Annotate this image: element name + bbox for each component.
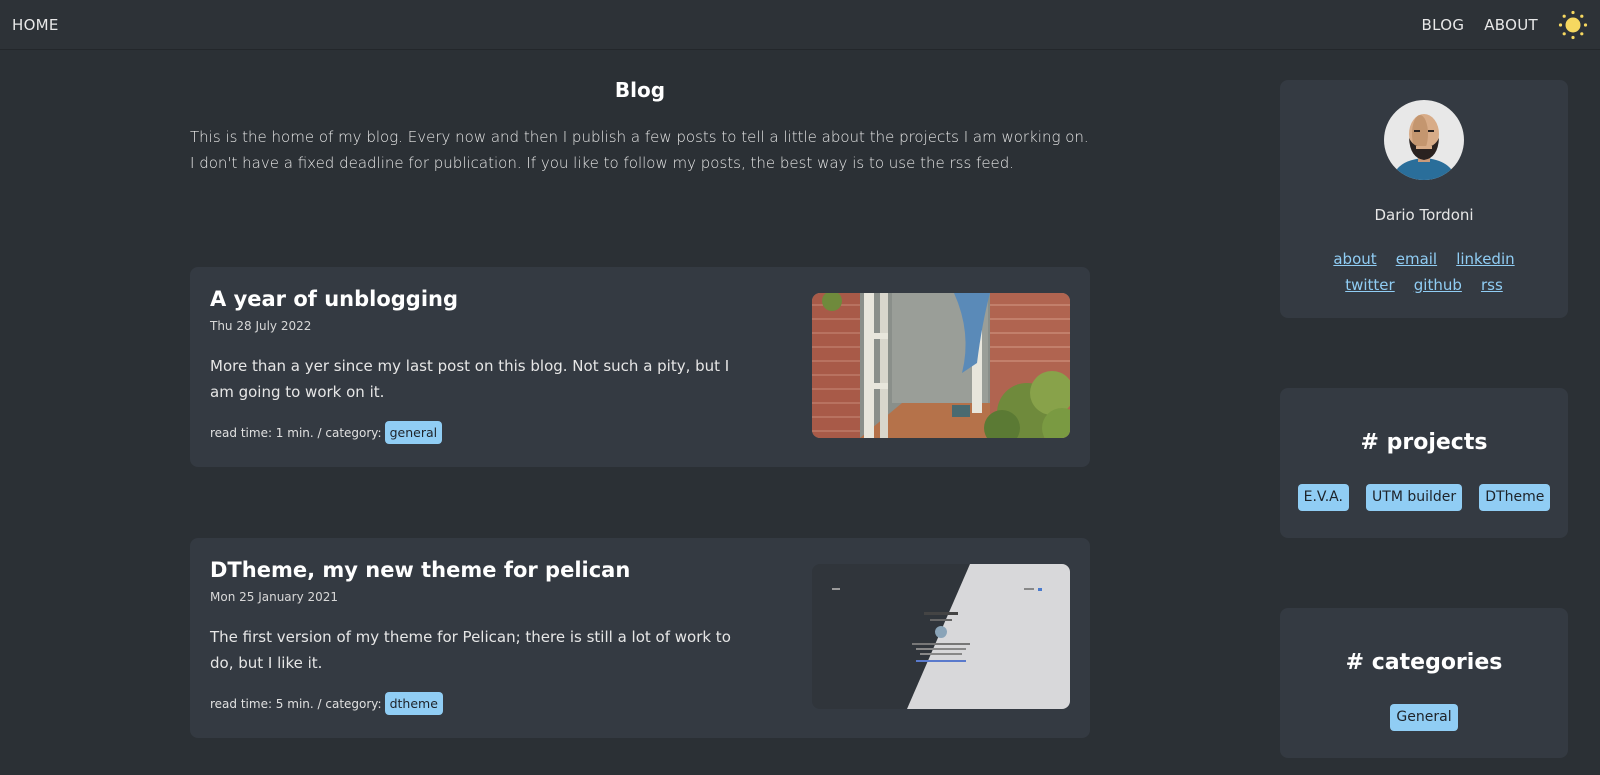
page-title: Blog [614, 78, 666, 102]
post-card: DTheme, my new theme for pelican Mon 25 … [190, 538, 1090, 738]
avatar [1384, 100, 1464, 180]
main-content: Blog This is the home of my blog. Every … [190, 78, 1090, 176]
twitter-link[interactable]: twitter [1345, 276, 1394, 294]
post-excerpt: More than a yer since my last post on th… [210, 357, 730, 401]
post-card: A year of unblogging Thu 28 July 2022 Mo… [190, 267, 1090, 467]
github-link[interactable]: github [1414, 276, 1462, 294]
blog-intro: This is the home of my blog. Every now a… [190, 128, 1089, 172]
categories-card: # categories General [1280, 608, 1568, 758]
social-links: about email linkedin twitter github rss [1300, 246, 1548, 298]
projects-title: # projects [1360, 430, 1488, 455]
category-tag[interactable]: general [384, 421, 443, 444]
post-date: Thu 28 July 2022 [210, 319, 312, 333]
post-title-link[interactable]: A year of unblogging [210, 287, 458, 311]
post-thumbnail-screenshot[interactable] [812, 564, 1070, 709]
linkedin-link[interactable]: linkedin [1456, 250, 1514, 268]
post-meta-text: read time: 1 min. / category: [210, 425, 382, 440]
categories-tags: General [1280, 704, 1568, 731]
post-meta: read time: 1 min. / category: general [210, 421, 443, 444]
post-thumbnail-window[interactable] [812, 293, 1070, 438]
nav-right-group: BLOG ABOUT [1422, 10, 1589, 40]
email-link[interactable]: email [1396, 250, 1437, 268]
rss-link[interactable]: rss [1481, 276, 1503, 294]
post-title-link[interactable]: DTheme, my new theme for pelican [210, 558, 630, 582]
author-card: Dario Tordoni about email linkedin twitt… [1280, 80, 1568, 318]
categories-title: # categories [1345, 650, 1503, 675]
post-meta: read time: 5 min. / category: dtheme [210, 692, 443, 715]
category-tag-general[interactable]: General [1390, 704, 1458, 731]
project-tag-utm-builder[interactable]: UTM builder [1366, 484, 1463, 511]
nav-home-link[interactable]: HOME [12, 16, 59, 34]
top-navbar: HOME BLOG ABOUT [0, 0, 1600, 50]
post-date: Mon 25 January 2021 [210, 590, 339, 604]
author-name: Dario Tordoni [1374, 206, 1474, 224]
post-excerpt: The first version of my theme for Pelica… [210, 628, 731, 672]
nav-blog-link[interactable]: BLOG [1422, 16, 1465, 34]
projects-tags: E.V.A. UTM builder DTheme [1280, 484, 1568, 511]
nav-about-link[interactable]: ABOUT [1484, 16, 1538, 34]
projects-card: # projects E.V.A. UTM builder DTheme [1280, 388, 1568, 538]
category-tag[interactable]: dtheme [384, 692, 443, 715]
project-tag-eva[interactable]: E.V.A. [1297, 484, 1349, 511]
post-meta-text: read time: 5 min. / category: [210, 696, 382, 711]
sun-icon[interactable] [1558, 10, 1588, 40]
about-link[interactable]: about [1333, 250, 1376, 268]
project-tag-dtheme[interactable]: DTheme [1479, 484, 1551, 511]
